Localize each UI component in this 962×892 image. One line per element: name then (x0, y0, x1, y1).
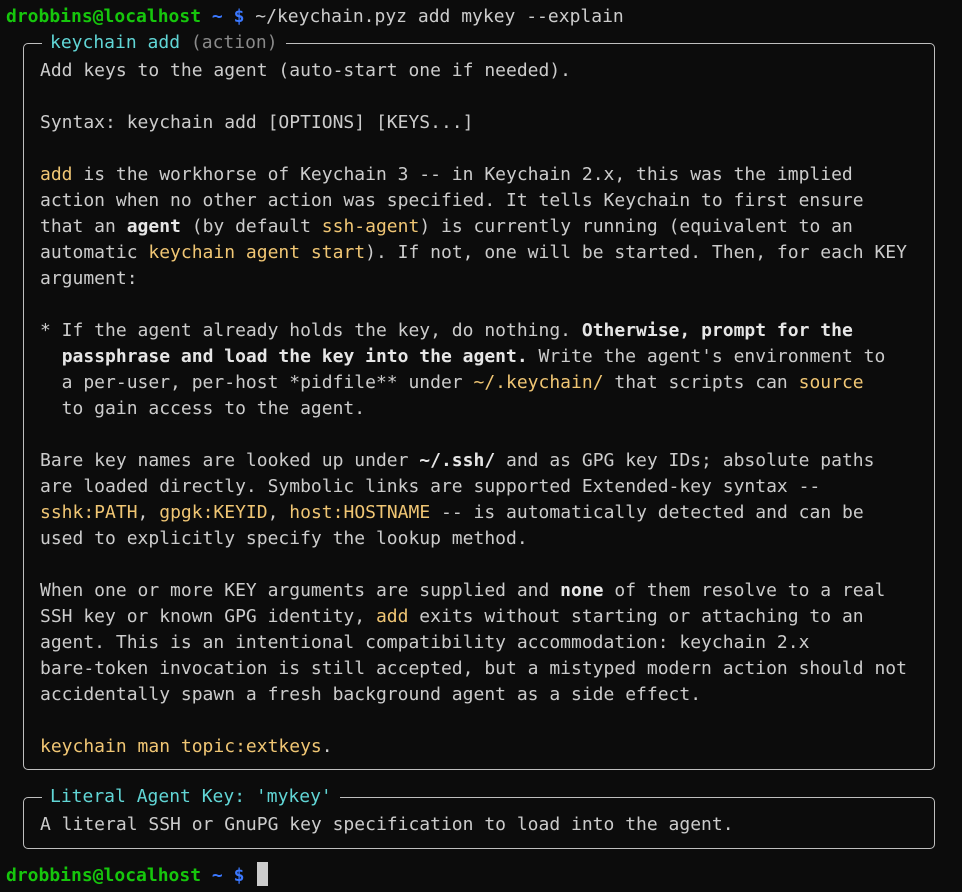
prompt-line-command: drobbins@localhost ~ $ ~/keychain.pyz ad… (6, 4, 624, 30)
text-segment: Syntax: keychain add [OPTIONS] [KEYS...] (40, 112, 474, 133)
panel-title: keychain add (action) (42, 30, 286, 56)
panel-title-main: Literal Agent Key: 'mykey' (50, 786, 332, 807)
text-segment: of them resolve to a real (603, 580, 886, 601)
panel-title: Literal Agent Key: 'mykey' (42, 784, 340, 810)
text-segment: (by default (180, 216, 322, 237)
text-segment: action when no other action was specifie… (40, 190, 864, 211)
highlighted-term: add (40, 164, 73, 185)
text-segment: exits without starting or attaching to a… (408, 606, 864, 627)
text-segment: ). If not, one will be started. Then, fo… (365, 242, 907, 263)
bold-term: passphrase and load the key into the age… (61, 346, 528, 367)
prompt-line-current[interactable]: drobbins@localhost ~ $ (6, 862, 269, 888)
text-segment: , (267, 502, 290, 523)
bold-term: ~/.ssh/ (419, 450, 496, 471)
text-line: keychain man topic:extkeys. (40, 734, 333, 760)
text-segment: accidentally spawn a fresh background ag… (40, 684, 702, 705)
command-text: ~/keychain.pyz add mykey --explain (255, 6, 624, 27)
text-segment: SSH key or known GPG identity, (40, 606, 376, 627)
text-line: passphrase and load the key into the age… (40, 344, 886, 370)
text-line: Bare key names are looked up under ~/.ss… (40, 448, 874, 474)
prompt-cwd: ~ (211, 6, 223, 27)
text-line: When one or more KEY arguments are suppl… (40, 578, 885, 604)
text-segment: When one or more KEY arguments are suppl… (40, 580, 561, 601)
text-segment: Add keys to the agent (auto-start one if… (40, 60, 572, 81)
prompt-cwd: ~ (211, 865, 223, 886)
text-line: a per-user, per-host *pidfile** under ~/… (40, 370, 864, 396)
highlighted-term: source (798, 372, 864, 393)
text-line: bare-token invocation is still accepted,… (40, 656, 907, 682)
text-segment: that scripts can (603, 372, 799, 393)
text-cursor (257, 862, 269, 886)
text-segment: that an (40, 216, 127, 237)
text-line: to gain access to the agent. (40, 396, 365, 422)
text-segment: Bare key names are looked up under (40, 450, 420, 471)
text-segment: * If the agent already holds the key, do… (40, 320, 582, 341)
highlighted-term: host:HOSTNAME (289, 502, 431, 523)
text-line: agent. This is an intentional compatibil… (40, 630, 809, 656)
highlighted-term: sshk:PATH (40, 502, 138, 523)
text-line: add is the workhorse of Keychain 3 -- in… (40, 162, 853, 188)
panel-title-subtitle: (action) (190, 32, 278, 53)
highlighted-term: gpgk:KEYID (159, 502, 268, 523)
text-segment: , (137, 502, 160, 523)
text-line: * If the agent already holds the key, do… (40, 318, 853, 344)
text-line: Syntax: keychain add [OPTIONS] [KEYS...] (40, 110, 473, 136)
prompt-symbol: $ (233, 865, 245, 886)
text-line: Add keys to the agent (auto-start one if… (40, 58, 571, 84)
text-segment: to gain access to the agent. (40, 398, 366, 419)
text-segment: ) is currently running (equivalent to an (419, 216, 853, 237)
prompt-user-host: drobbins@localhost (6, 6, 202, 27)
text-segment: is the workhorse of Keychain 3 -- in Key… (72, 164, 853, 185)
help-panel-literal-agent-key: Literal Agent Key: 'mykey' A literal SSH… (23, 784, 935, 849)
text-segment: and as GPG key IDs; absolute paths (495, 450, 875, 471)
text-segment: Write the agent's environment to (527, 346, 886, 367)
highlighted-term: keychain man topic:extkeys (40, 736, 322, 757)
text-segment: agent. This is an intentional compatibil… (40, 632, 810, 653)
highlighted-term: keychain agent start (148, 242, 366, 263)
terminal-window[interactable]: drobbins@localhost ~ $ ~/keychain.pyz ad… (0, 0, 962, 892)
text-segment: . (321, 736, 333, 757)
text-line: accidentally spawn a fresh background ag… (40, 682, 701, 708)
prompt-symbol: $ (233, 6, 245, 27)
text-line: are loaded directly. Symbolic links are … (40, 474, 820, 500)
text-segment: a per-user, per-host *pidfile** under (40, 372, 474, 393)
text-segment: A literal SSH or GnuPG key specification… (40, 814, 734, 835)
bold-term: none (560, 580, 604, 601)
text-line: sshk:PATH, gpgk:KEYID, host:HOSTNAME -- … (40, 500, 864, 526)
text-line: automatic keychain agent start). If not,… (40, 240, 907, 266)
text-line: action when no other action was specifie… (40, 188, 864, 214)
highlighted-term: add (375, 606, 409, 627)
text-segment: -- is automatically detected and can be (430, 502, 864, 523)
text-segment: argument: (40, 268, 138, 289)
panel-title-main: keychain add (50, 32, 181, 53)
text-segment: bare-token invocation is still accepted,… (40, 658, 907, 679)
text-segment: used to explicitly specify the lookup me… (40, 528, 528, 549)
text-line: argument: (40, 266, 138, 292)
bold-term: Otherwise, prompt for the (581, 320, 853, 341)
highlighted-term: ~/.keychain/ (473, 372, 604, 393)
help-panel-keychain-add: keychain add (action) Add keys to the ag… (23, 30, 935, 770)
text-line: that an agent (by default ssh-agent) is … (40, 214, 853, 240)
text-line: A literal SSH or GnuPG key specification… (40, 812, 734, 838)
text-line: used to explicitly specify the lookup me… (40, 526, 528, 552)
text-segment (40, 346, 62, 367)
highlighted-term: ssh-agent (321, 216, 420, 237)
text-segment: are loaded directly. Symbolic links are … (40, 476, 821, 497)
text-segment: automatic (40, 242, 149, 263)
prompt-user-host: drobbins@localhost (6, 865, 202, 886)
bold-term: agent (126, 216, 181, 237)
text-line: SSH key or known GPG identity, add exits… (40, 604, 864, 630)
